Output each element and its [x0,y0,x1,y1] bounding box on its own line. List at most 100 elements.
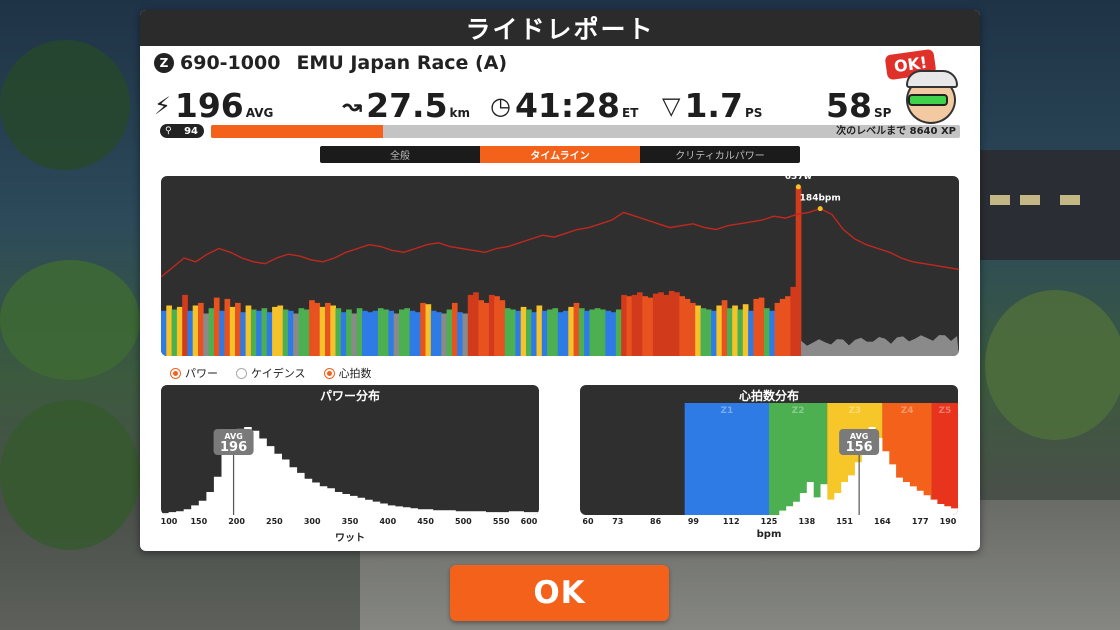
power-peak-marker [795,184,801,190]
hr-zone-band [931,403,958,515]
power-bar [462,313,469,356]
power-dist-xlabel: ワット [335,533,365,544]
power-bar [526,309,532,356]
power-bar [457,312,463,356]
next-level-xp: 8640 XP [909,126,956,137]
power-bar [610,312,617,356]
power-bar [436,312,442,356]
power-bar [192,305,199,356]
x-tick-label: 550 [492,517,510,526]
level-progress: ⚲ 94 次のレベルまで 8640 XP [160,123,960,139]
x-tick-label: 200 [228,517,245,526]
idle-power-area [801,335,959,356]
stat-power-value: 196 [174,86,244,125]
power-peak-label: 637w [785,176,812,182]
power-bar [229,306,236,356]
power-bar [213,297,220,356]
avatar: OK! [884,48,962,128]
power-bar [483,302,490,356]
timeline-chart: 184bpm 637w [161,176,959,356]
hr-peak-marker [817,206,823,212]
power-bar [245,305,252,356]
power-bar [377,308,384,356]
power-bar [325,302,331,356]
power-bar [187,310,194,356]
power-bar [441,313,447,356]
power-bar [446,309,453,356]
x-tick-label: 350 [341,517,359,526]
x-tick-label: 500 [455,517,472,526]
power-bar [414,312,421,356]
legend-cadence-label: ケイデンス [251,367,306,380]
avg-badge-value: 156 [846,440,873,455]
power-bar [166,305,172,356]
zwift-logo-icon: Z [154,53,174,73]
legend-hr[interactable]: 心拍数 [323,365,372,381]
power-bar [451,302,458,356]
sunglasses-icon [908,94,948,106]
ok-button[interactable]: OK [450,565,669,621]
power-bar [652,293,659,356]
power-bar [557,312,564,356]
power-bar [309,300,315,356]
power-bar [758,297,765,356]
power-bar [700,308,707,356]
hr-zone-label: Z2 [792,406,805,416]
x-tick-label: 99 [687,517,699,526]
power-bar [478,300,485,356]
clock-icon: ◷ [490,92,511,120]
x-tick-label: 125 [760,517,778,526]
power-bar [684,298,691,356]
power-bar [504,308,511,356]
hr-zone-label: Z5 [939,406,952,416]
power-bar [367,312,373,356]
route-icon: ↝ [342,92,363,120]
cap-icon [906,70,958,88]
stat-ps-unit: PS [744,106,763,120]
tab-timeline[interactable]: タイムライン [480,146,640,163]
power-dist-title: パワー分布 [319,389,380,403]
power-bar [510,309,516,356]
power-bar [282,309,289,356]
tab-overview[interactable]: 全般 [320,146,480,163]
event-info: Z 690-1000 EMU Japan Race (A) [154,52,507,74]
power-bar [790,286,797,356]
x-tick-label: 250 [266,517,283,526]
power-bar [319,306,326,356]
hr-distribution-chart: Z1 Z2 Z3 Z4 Z5 AVG 156 心拍数分布 [580,385,958,515]
x-tick-label: 86 [650,517,662,526]
power-bar [711,310,717,356]
stats-row: ⚡ 196 AVG ↝ 27.5 km ◷ 41:28 ET ▽ 1.7 PS … [154,86,974,126]
power-bar [235,302,241,356]
next-level-label: 次のレベルまで [836,126,907,137]
power-bar [578,308,585,356]
tab-critical-power[interactable]: クリティカルパワー [640,146,800,163]
x-tick-label: 600 [520,517,538,526]
x-tick-label: 112 [722,517,740,526]
legend-power[interactable]: パワー [170,365,218,381]
hr-zone-label: Z4 [901,406,914,416]
power-bar [171,309,178,356]
power-bar [563,310,569,356]
power-bar [351,313,358,356]
stat-ps-value: 1.7 [684,86,743,125]
legend-power-label: パワー [185,367,218,380]
legend-cadence[interactable]: ケイデンス [236,365,306,381]
power-bar [727,308,733,356]
hr-peak-label: 184bpm [800,194,841,204]
radio-icon [323,367,335,379]
power-bar [330,305,336,356]
power-bar [737,309,744,356]
hr-zone-label: Z3 [848,406,861,416]
power-bar [488,294,495,356]
power-bar [785,296,791,356]
x-tick-label: 138 [798,517,816,526]
power-bar [774,302,781,356]
power-bar [547,309,553,356]
power-distribution-chart: AVG 196 パワー分布 [161,385,539,515]
power-bar [520,306,527,356]
power-bar [404,308,410,356]
power-bar [658,292,664,356]
power-bar [409,310,416,356]
power-bar [769,310,775,356]
